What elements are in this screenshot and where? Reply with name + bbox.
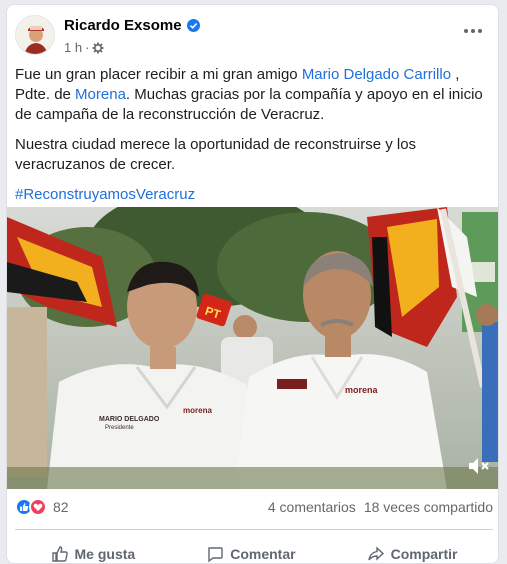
comment-label: Comentar — [230, 546, 296, 562]
time-separator: · — [85, 40, 90, 55]
post-actions: Me gusta Comentar Compartir — [15, 539, 493, 563]
shirt-logo-morena-1: morena — [183, 406, 212, 415]
mute-icon[interactable] — [466, 453, 492, 479]
reactions-bar: 82 4 comentarios 18 veces compartido — [15, 495, 493, 519]
share-label: Compartir — [390, 546, 458, 562]
post-header: Ricardo Exsome 1 h · — [15, 15, 491, 61]
verified-badge-icon — [186, 19, 200, 32]
love-reaction-icon — [29, 498, 47, 516]
share-button[interactable]: Compartir — [367, 545, 458, 563]
shirt-logo-morena-2: morena — [345, 385, 379, 395]
more-options-icon[interactable] — [457, 19, 489, 43]
video-player[interactable]: MARIO DELGADO Presidente morena morena P… — [7, 207, 498, 489]
post-body: Fue un gran placer recibir a mi gran ami… — [15, 65, 493, 215]
shirt-title-label: Presidente — [105, 425, 134, 431]
post-paragraph-2: Nuestra ciudad merece la oportunidad de … — [15, 136, 417, 173]
comment-count[interactable]: 4 comentarios — [268, 499, 356, 515]
reaction-count[interactable]: 82 — [53, 499, 69, 515]
share-icon — [367, 546, 384, 561]
mention-morena[interactable]: Morena — [75, 86, 126, 103]
share-count[interactable]: 18 veces compartido — [364, 499, 493, 515]
comment-button[interactable]: Comentar — [206, 545, 296, 563]
author-name[interactable]: Ricardo Exsome — [64, 17, 182, 34]
video-frame: MARIO DELGADO Presidente morena morena P… — [7, 207, 498, 489]
gear-icon[interactable] — [92, 42, 104, 54]
mention-mario-delgado[interactable]: Mario Delgado Carrillo — [302, 66, 451, 83]
thumbs-up-icon — [51, 546, 68, 562]
like-button[interactable]: Me gusta — [51, 545, 136, 563]
hashtag-link[interactable]: #ReconstruyamosVeracruz — [15, 186, 195, 203]
avatar-image — [16, 16, 54, 54]
avatar[interactable] — [15, 15, 55, 55]
like-label: Me gusta — [74, 546, 136, 562]
shirt-name-label: MARIO DELGADO — [99, 416, 160, 423]
reaction-icons[interactable] — [15, 498, 47, 516]
post-time[interactable]: 1 h — [64, 40, 82, 55]
post-paragraph-1: Fue un gran placer recibir a mi gran ami… — [15, 65, 493, 125]
post-card: Ricardo Exsome 1 h · Fue un gran placer … — [6, 4, 499, 564]
divider — [15, 529, 493, 530]
post-text-segment: Fue un gran placer recibir a mi gran ami… — [15, 66, 302, 83]
comment-icon — [208, 547, 223, 563]
